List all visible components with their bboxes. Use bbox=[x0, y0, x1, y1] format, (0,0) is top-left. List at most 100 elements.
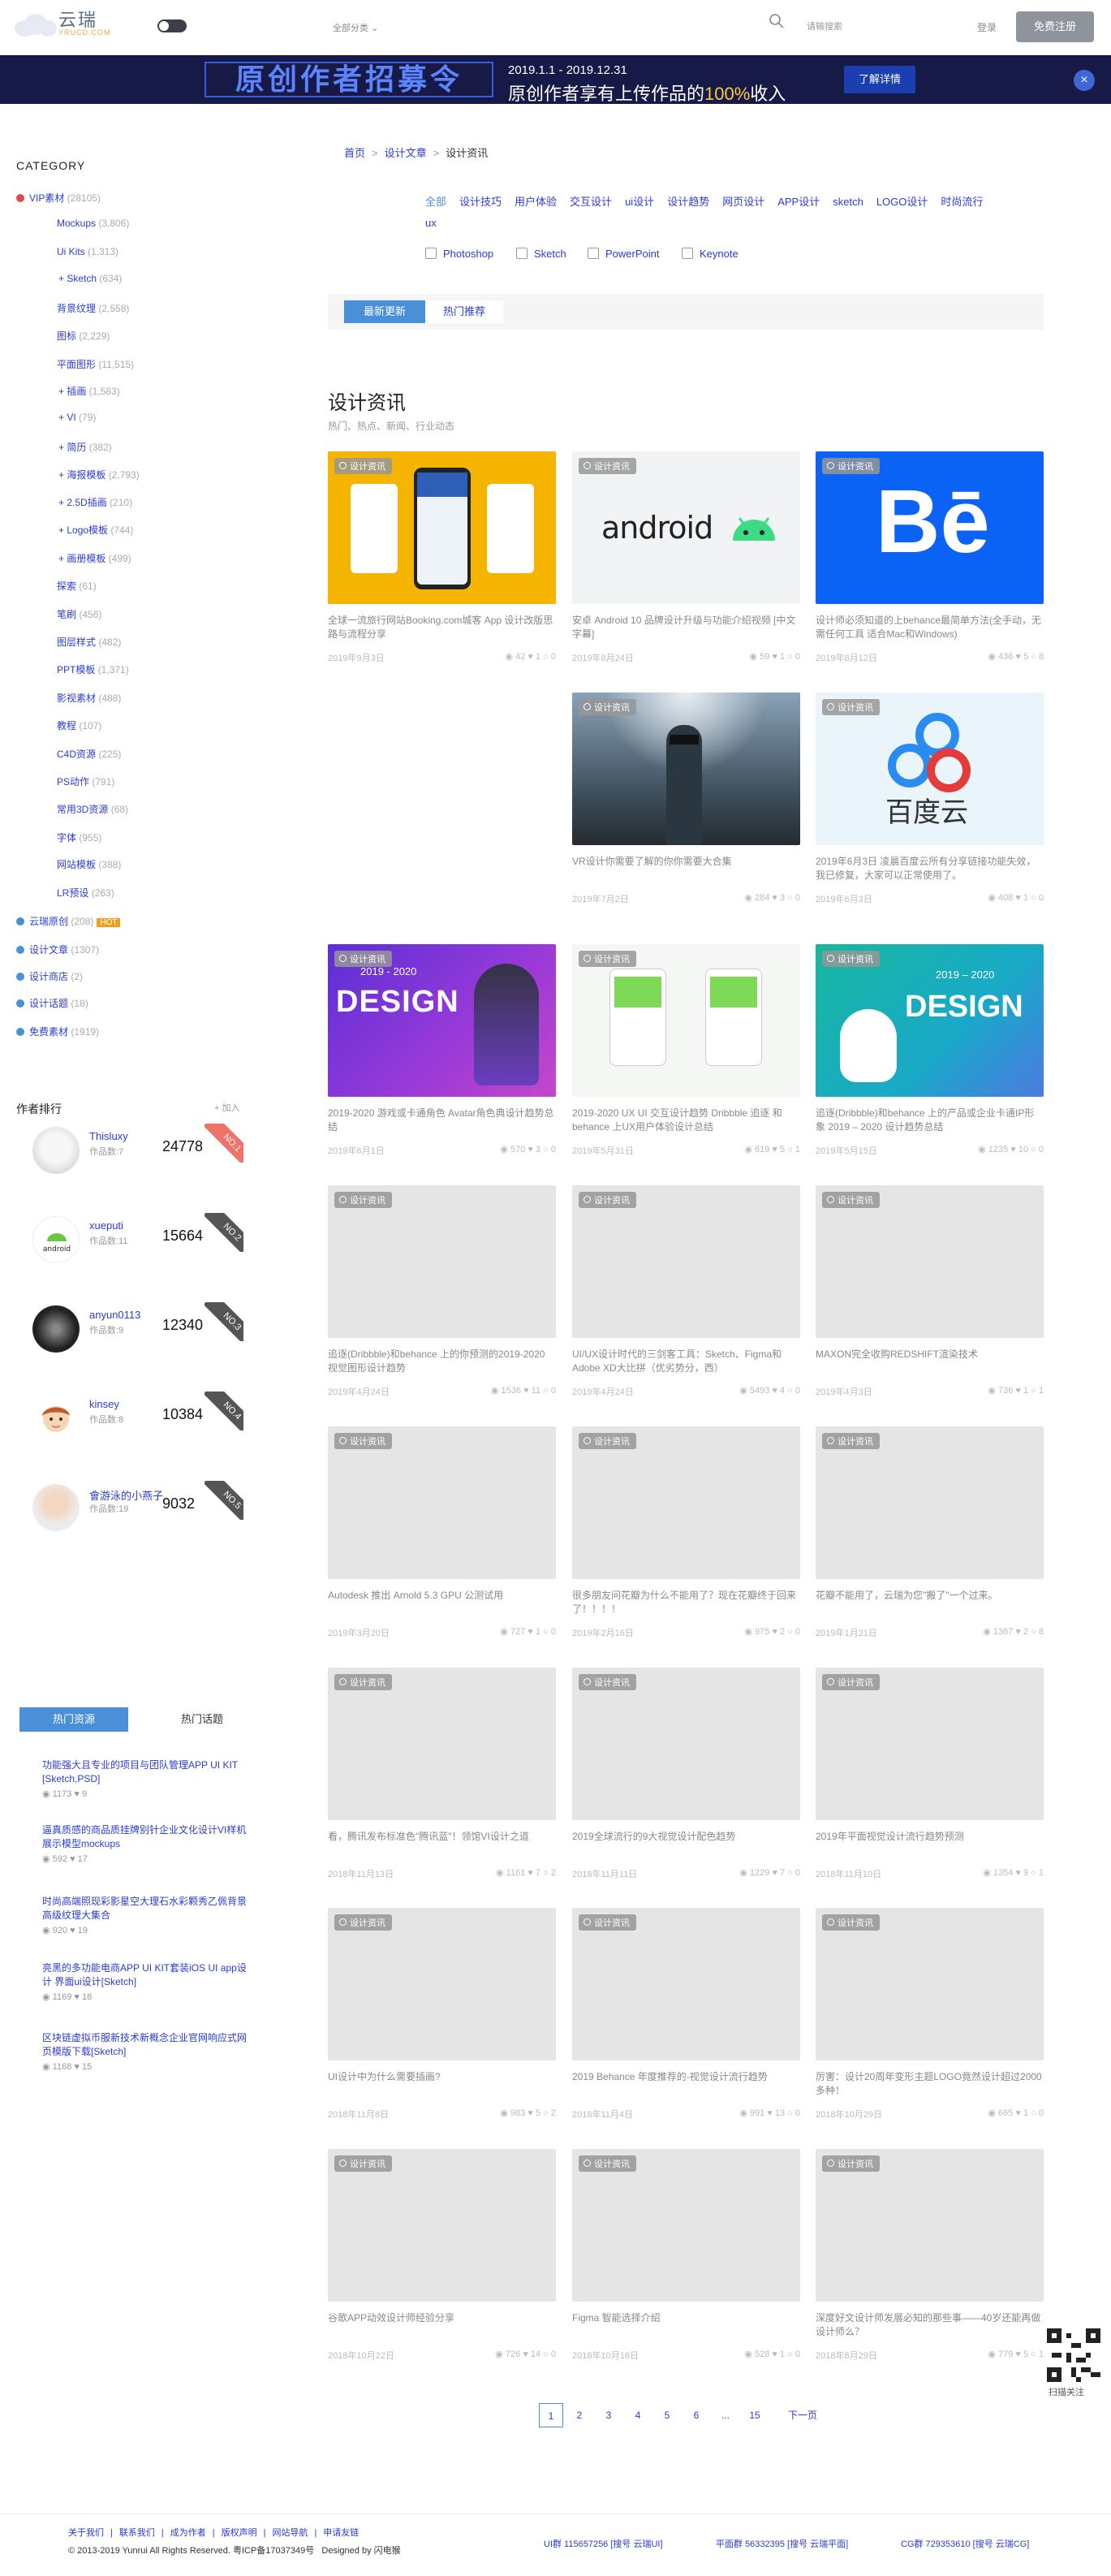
post-tag[interactable]: 设计资讯 bbox=[334, 1674, 392, 1690]
post-title[interactable]: 全球一流旅行网站Booking.com城客 App 设计改版思路与流程分享 bbox=[328, 614, 556, 641]
post-title[interactable]: UI/UX设计时代的三剑客工具：Sketch、Figma和Adobe XD大比拼… bbox=[572, 1348, 800, 1375]
category-9[interactable]: + VI (79) bbox=[58, 412, 96, 423]
category-17[interactable]: 图层样式 (482) bbox=[57, 635, 121, 649]
tag-9[interactable]: sketch bbox=[833, 196, 863, 208]
post-tag[interactable]: 设计资讯 bbox=[579, 2155, 636, 2172]
post-thumbnail[interactable]: Bē bbox=[816, 451, 1044, 604]
close-icon[interactable]: × bbox=[1074, 70, 1095, 91]
post-tag[interactable]: 设计资讯 bbox=[579, 1433, 636, 1449]
breadcrumb-articles[interactable]: 设计文章 bbox=[385, 147, 427, 159]
post-card[interactable]: 设计资讯 Figma 智能选择介绍 2018年10月16日 ◉ 528 ♥ 1 ○ 0 bbox=[572, 2149, 800, 2368]
post-card[interactable]: Bē 设计资讯 设计师必须知道的上behance最简单方法(全手动，无需任何工具 适… bbox=[816, 451, 1044, 671]
post-tag[interactable]: 设计资讯 bbox=[579, 458, 636, 474]
tag-8[interactable]: APP设计 bbox=[777, 196, 820, 208]
post-title[interactable]: 2019 Behance 年度推荐的-视觉设计流行趋势 bbox=[572, 2070, 800, 2098]
author-item[interactable]: android xueputi 作品数:11 15664 NO.2 bbox=[32, 1213, 243, 1270]
tag-12[interactable]: ux bbox=[425, 217, 437, 229]
post-tag[interactable]: 设计资讯 bbox=[822, 2155, 880, 2172]
category-4[interactable]: + Sketch (634) bbox=[58, 273, 122, 284]
page-6[interactable]: 6 bbox=[687, 2403, 706, 2427]
footer-cg-group[interactable]: CG群 729353610 [搜号 云瑞CG] bbox=[901, 2537, 1029, 2550]
avatar[interactable] bbox=[32, 1305, 80, 1353]
post-card[interactable]: 设计资讯 花瓣不能用了，云瑞为您"搬了"一个过来。 2019年1月21日 ◉ 1367… bbox=[816, 1426, 1044, 1646]
tag-7[interactable]: 网页设计 bbox=[722, 196, 764, 208]
post-title[interactable]: 安卓 Android 10 品牌设计升级与功能介绍视频 [中文字幕] bbox=[572, 614, 800, 641]
post-tag[interactable]: 设计资讯 bbox=[579, 1914, 636, 1931]
post-thumbnail[interactable] bbox=[816, 1668, 1044, 1820]
theme-toggle[interactable] bbox=[157, 19, 187, 32]
post-tag[interactable]: 设计资讯 bbox=[579, 699, 636, 715]
category-31[interactable]: 免费素材 (1919) bbox=[16, 1025, 99, 1038]
post-title[interactable]: 花瓣不能用了，云瑞为您"搬了"一个过来。 bbox=[816, 1589, 1044, 1616]
post-tag[interactable]: 设计资讯 bbox=[822, 1674, 880, 1690]
category-26[interactable]: LR预设 (263) bbox=[57, 886, 114, 900]
post-card[interactable]: 设计资讯 2019-2020 UX UI 交互设计趋势 Dribbble 追逐 和… bbox=[572, 944, 800, 1163]
post-tag[interactable]: 设计资讯 bbox=[822, 1914, 880, 1931]
category-11[interactable]: + 海报模板 (2,793) bbox=[58, 468, 140, 481]
banner-details-button[interactable]: 了解详情 bbox=[844, 66, 915, 93]
category-20[interactable]: 教程 (107) bbox=[57, 718, 101, 732]
post-thumbnail[interactable] bbox=[572, 693, 800, 845]
page-5[interactable]: 5 bbox=[657, 2403, 677, 2427]
register-button[interactable]: 免费注册 bbox=[1016, 11, 1094, 42]
page-1[interactable]: 1 bbox=[539, 2403, 563, 2427]
post-title[interactable]: 2019全球流行的9大视觉设计配色趋势 bbox=[572, 1830, 800, 1858]
search-input[interactable]: 请输搜索 bbox=[807, 19, 920, 32]
post-tag[interactable]: 设计资讯 bbox=[822, 951, 880, 967]
tab-hot-resources[interactable]: 热门资源 bbox=[19, 1707, 128, 1732]
post-card[interactable]: 设计资讯 谷歌APP动效设计师经验分享 2018年10月22日 ◉ 726 ♥ 14 … bbox=[328, 2149, 556, 2368]
post-title[interactable]: 厉害：设计20周年变形主题LOGO竟然设计超过2000多种！ bbox=[816, 2070, 1044, 2098]
post-card[interactable]: 设计资讯 Autodesk 推出 Arnold 5.3 GPU 公测试用 2019年… bbox=[328, 1426, 556, 1646]
post-thumbnail[interactable] bbox=[328, 1668, 556, 1820]
author-item[interactable]: anyun0113 作品数:9 12340 NO.3 bbox=[32, 1302, 243, 1359]
post-tag[interactable]: 设计资讯 bbox=[334, 1914, 392, 1931]
resource-title[interactable]: 时尚高端照现彩影星空大理石水彩颗秀乙佩背景高级纹理大集合 bbox=[42, 1895, 253, 1922]
category-25[interactable]: 网站模板 (388) bbox=[57, 857, 121, 871]
category-29[interactable]: 设计商店 (2) bbox=[16, 969, 83, 983]
page-9[interactable]: 下一页 bbox=[782, 2403, 823, 2427]
post-tag[interactable]: 设计资讯 bbox=[334, 2155, 392, 2172]
post-title[interactable]: 追逐(Dribbble)和behance 上的产品或企业卡通IP形象 2019 … bbox=[816, 1107, 1044, 1134]
resource-title[interactable]: 区块链虚拟币服新技术新概念企业官网响应式网页模版下载[Sketch] bbox=[42, 2031, 253, 2059]
category-2[interactable]: Mockups (3,806) bbox=[57, 218, 129, 229]
filter-checkbox[interactable]: Keynote bbox=[682, 248, 739, 260]
post-card[interactable]: DESIGN 2019 - 2020 设计资讯 2019-2020 游戏或卡通角色 A… bbox=[328, 944, 556, 1163]
post-card[interactable]: 设计资讯 看，腾讯发布标准色"腾讯蓝"！领馆VI设计之道 2018年11月13日 ◉ … bbox=[328, 1668, 556, 1887]
post-title[interactable]: UI设计中为什么需要插画? bbox=[328, 2070, 556, 2098]
category-5[interactable]: 背景纹理 (2,558) bbox=[57, 301, 129, 315]
post-thumbnail[interactable]: android bbox=[572, 451, 800, 604]
recruit-banner[interactable]: 原创作者招募令 2019.1.1 - 2019.12.31 原创作者享有上传作品… bbox=[0, 55, 1111, 104]
footer-link[interactable]: 联系我们 bbox=[119, 2528, 155, 2538]
post-title[interactable]: Figma 智能选择介绍 bbox=[572, 2311, 800, 2339]
post-tag[interactable]: 设计资讯 bbox=[822, 1433, 880, 1449]
post-card[interactable]: 设计资讯 厉害：设计20周年变形主题LOGO竟然设计超过2000多种！ 2018年1… bbox=[816, 1908, 1044, 2127]
author-item[interactable]: 會游泳的小燕子 作品数:19 9032 NO.5 bbox=[32, 1481, 243, 1538]
category-24[interactable]: 字体 (955) bbox=[57, 831, 101, 844]
post-tag[interactable]: 设计资讯 bbox=[334, 1192, 392, 1208]
tag-3[interactable]: 用户体验 bbox=[515, 196, 557, 208]
post-tag[interactable]: 设计资讯 bbox=[579, 1674, 636, 1690]
page-4[interactable]: 4 bbox=[628, 2403, 648, 2427]
post-card[interactable]: 设计资讯 全球一流旅行网站Booking.com城客 App 设计改版思路与流程分… bbox=[328, 451, 556, 671]
avatar[interactable] bbox=[32, 1484, 80, 1531]
post-thumbnail[interactable] bbox=[328, 1908, 556, 2060]
post-title[interactable]: MAXON完全收购REDSHIFT渲染技术 bbox=[816, 1348, 1044, 1375]
avatar[interactable]: android bbox=[32, 1216, 80, 1263]
post-tag[interactable]: 设计资讯 bbox=[822, 699, 880, 715]
author-name[interactable]: 會游泳的小燕子 bbox=[89, 1487, 163, 1503]
tab-hot-topics[interactable]: 热门话题 bbox=[148, 1707, 256, 1732]
post-thumbnail[interactable] bbox=[572, 1426, 800, 1579]
post-thumbnail[interactable]: DESIGN 2019 - 2020 bbox=[328, 944, 556, 1097]
category-22[interactable]: PS动作 (791) bbox=[57, 775, 114, 788]
post-card[interactable]: 设计资讯 VR设计你需要了解的你你需要大合集 2019年7月2日 ◉ 284 ♥ 3 … bbox=[572, 693, 800, 912]
category-dropdown[interactable]: 全部分类 ⌄ bbox=[333, 21, 378, 34]
category-30[interactable]: 设计话题 (18) bbox=[16, 996, 88, 1010]
post-tag[interactable]: 设计资讯 bbox=[579, 951, 636, 967]
category-6[interactable]: 图标 (2,229) bbox=[57, 329, 110, 343]
tag-11[interactable]: 时尚流行 bbox=[941, 196, 983, 208]
breadcrumb-home[interactable]: 首页 bbox=[344, 147, 365, 159]
post-thumbnail[interactable] bbox=[328, 1185, 556, 1338]
category-7[interactable]: 平面图形 (11,515) bbox=[57, 357, 134, 371]
footer-link[interactable]: 成为作者 bbox=[170, 2528, 206, 2538]
post-card[interactable]: 设计资讯 很多朋友问花瓣为什么不能用了？现在花瓣终于回来了！！！！ 2019年2月1… bbox=[572, 1426, 800, 1646]
